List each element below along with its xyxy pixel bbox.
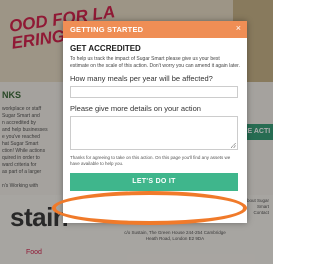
modal-header: GETTING STARTED ×	[63, 21, 247, 38]
resize-handle-icon[interactable]	[231, 143, 236, 148]
details-textarea[interactable]	[70, 116, 238, 150]
section-heading: GET ACCREDITED	[70, 44, 141, 53]
close-icon[interactable]: ×	[236, 23, 241, 33]
lets-do-it-button[interactable]: LET'S DO IT	[70, 173, 238, 191]
details-label: Please give more details on your action	[70, 104, 201, 113]
meals-input[interactable]	[70, 86, 238, 98]
getting-started-modal: GETTING STARTED × GET ACCREDITED To help…	[63, 21, 247, 223]
footnote-text: Thanks for agreeing to take on this acti…	[70, 155, 231, 166]
intro-text: To help us track the impact of Sugar Sma…	[70, 56, 240, 69]
modal-body: GET ACCREDITED To help us track the impa…	[63, 38, 247, 191]
modal-title: GETTING STARTED	[70, 25, 144, 34]
meals-label: How many meals per year will be affected…	[70, 74, 213, 83]
